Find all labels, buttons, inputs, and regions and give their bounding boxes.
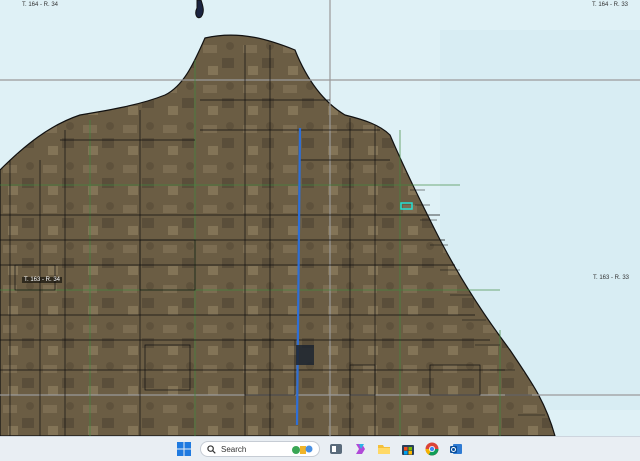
- map-view[interactable]: T. 164 - R. 34 T. 164 - R. 33 T. 163 - R…: [0, 0, 640, 436]
- chrome-icon[interactable]: [423, 440, 441, 458]
- copilot-icon[interactable]: [351, 440, 369, 458]
- township-label-t164-r34: T. 164 - R. 34: [22, 2, 59, 8]
- township-label-t164-r33: T. 164 - R. 33: [592, 2, 629, 8]
- township-label-t163-r34: T. 163 - R. 34: [22, 277, 63, 283]
- satellite-parcel-map[interactable]: [0, 0, 640, 436]
- store-icon[interactable]: [399, 440, 417, 458]
- search-icon: [207, 444, 216, 454]
- outlook-icon[interactable]: [447, 440, 465, 458]
- islet: [195, 0, 204, 19]
- windows-start-icon[interactable]: [175, 440, 193, 458]
- township-label-t163-r33: T. 163 - R. 33: [593, 275, 630, 281]
- file-explorer-icon[interactable]: [375, 440, 393, 458]
- search-placeholder: Search: [221, 444, 247, 454]
- widgets-icon[interactable]: [327, 440, 345, 458]
- search-highlight-icon: [292, 445, 313, 454]
- taskbar: Search: [0, 436, 640, 461]
- search-input[interactable]: Search: [200, 441, 320, 457]
- pond: [296, 345, 314, 365]
